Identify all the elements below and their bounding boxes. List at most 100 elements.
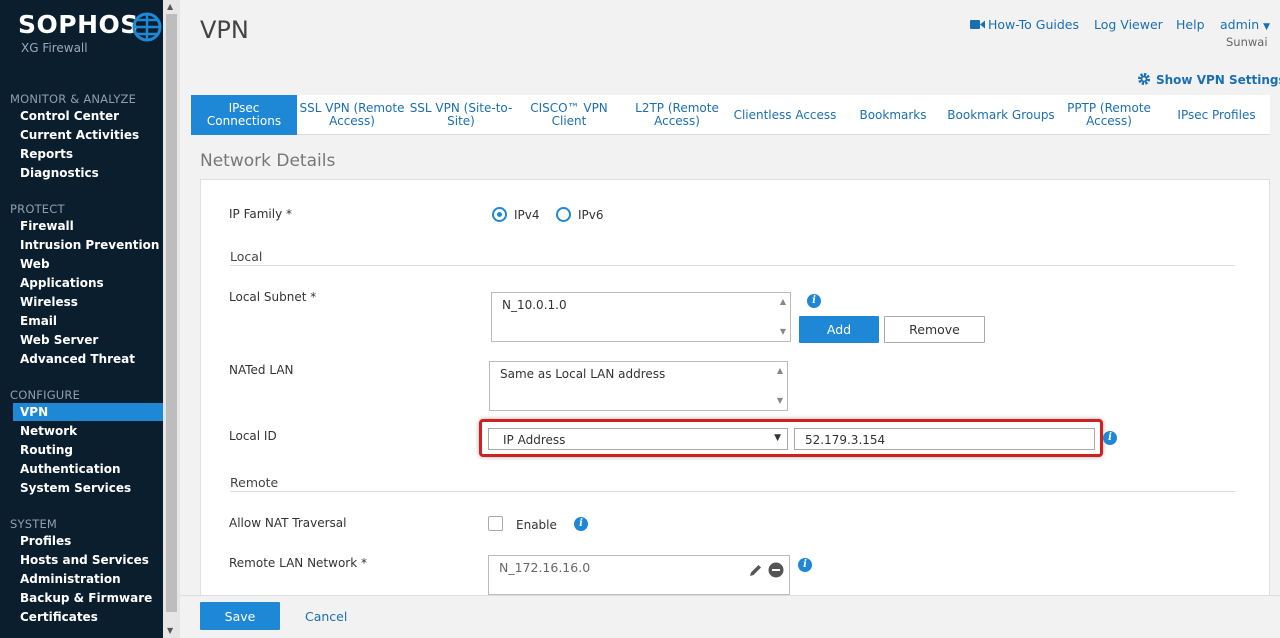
section-title: Network Details bbox=[200, 151, 336, 171]
section-system: SYSTEM bbox=[10, 517, 58, 531]
local-id-info-icon[interactable]: i bbox=[1103, 431, 1117, 445]
sophos-logo[interactable]: SOPHOS XG Firewall bbox=[18, 10, 168, 60]
sidebar-item-firewall[interactable]: Firewall bbox=[20, 219, 74, 233]
section-protect: PROTECT bbox=[10, 202, 65, 216]
page-title: VPN bbox=[200, 16, 249, 44]
local-subnet-info-icon[interactable]: i bbox=[807, 294, 821, 308]
cancel-button[interactable]: Cancel bbox=[305, 609, 347, 624]
sidebar-item-advanced-threat[interactable]: Advanced Threat bbox=[20, 352, 135, 366]
sidebar-item-web[interactable]: Web bbox=[20, 257, 50, 271]
remove-button[interactable]: Remove bbox=[884, 316, 985, 343]
sidebar-item-reports[interactable]: Reports bbox=[20, 147, 73, 161]
help-link[interactable]: Help bbox=[1176, 17, 1205, 32]
pencil-edit-icon[interactable] bbox=[748, 563, 763, 578]
sidebar-item-hosts-and-services[interactable]: Hosts and Services bbox=[20, 553, 149, 567]
sidebar-item-profiles[interactable]: Profiles bbox=[20, 534, 71, 548]
how-to-guides-link[interactable]: How-To Guides bbox=[988, 17, 1079, 32]
show-vpn-settings-label: Show VPN Settings bbox=[1156, 73, 1280, 87]
sidebar-item-current-activities[interactable]: Current Activities bbox=[20, 128, 139, 142]
local-subnet-listbox[interactable]: N_10.0.1.0 ▲ ▼ bbox=[491, 292, 791, 342]
ipv6-label[interactable]: IPv6 bbox=[578, 208, 604, 222]
ip-family-label: IP Family * bbox=[229, 207, 293, 221]
sidebar-item-intrusion-prevention[interactable]: Intrusion Prevention bbox=[20, 238, 159, 252]
organization-name: Sunwai bbox=[1226, 35, 1268, 49]
local-id-type-select[interactable]: IP Address ▼ bbox=[488, 428, 788, 450]
tab-pptp-remote-access[interactable]: PPTP (Remote Access) bbox=[1055, 95, 1163, 135]
tab-bookmarks[interactable]: Bookmarks bbox=[839, 95, 947, 135]
section-monitor-analyze: MONITOR & ANALYZE bbox=[10, 92, 137, 106]
admin-menu[interactable]: admin ▼ bbox=[1220, 17, 1270, 32]
caret-down-icon: ▼ bbox=[1263, 22, 1271, 32]
tab-clientless-access[interactable]: Clientless Access bbox=[731, 95, 839, 135]
ipv4-label[interactable]: IPv4 bbox=[514, 208, 540, 222]
nated-lan-value[interactable]: Same as Local LAN address bbox=[500, 367, 665, 381]
tab-bar: IPsec Connections SSL VPN (Remote Access… bbox=[191, 95, 1270, 135]
show-vpn-settings-link[interactable]: Show VPN Settings bbox=[1137, 72, 1280, 87]
scroll-down-arrow-icon[interactable]: ▼ bbox=[167, 626, 173, 635]
sidebar-item-backup-firmware[interactable]: Backup & Firmware bbox=[20, 591, 152, 605]
sidebar-item-diagnostics[interactable]: Diagnostics bbox=[20, 166, 99, 180]
remote-heading: Remote bbox=[230, 475, 279, 490]
nat-traversal-label: Allow NAT Traversal bbox=[229, 516, 347, 530]
sidebar-item-network[interactable]: Network bbox=[20, 424, 77, 438]
tab-ssl-vpn-remote-access[interactable]: SSL VPN (Remote Access) bbox=[297, 95, 407, 135]
local-id-value: 52.179.3.154 bbox=[805, 433, 886, 447]
add-button[interactable]: Add bbox=[799, 316, 879, 343]
local-divider bbox=[230, 265, 1235, 266]
admin-label: admin bbox=[1220, 17, 1260, 32]
remove-circle-icon[interactable] bbox=[768, 562, 784, 578]
sidebar-item-email[interactable]: Email bbox=[20, 314, 57, 328]
sidebar-item-web-server[interactable]: Web Server bbox=[20, 333, 98, 347]
sidebar-item-certificates[interactable]: Certificates bbox=[20, 610, 98, 624]
log-viewer-link[interactable]: Log Viewer bbox=[1094, 17, 1163, 32]
enable-label[interactable]: Enable bbox=[516, 518, 557, 532]
sidebar-item-authentication[interactable]: Authentication bbox=[20, 462, 121, 476]
tab-l2tp-remote-access[interactable]: L2TP (Remote Access) bbox=[623, 95, 731, 135]
sidebar-item-vpn[interactable]: VPN bbox=[20, 405, 48, 419]
tab-ssl-vpn-site-to-site[interactable]: SSL VPN (Site-to-Site) bbox=[407, 95, 515, 135]
scroll-up-icon[interactable]: ▲ bbox=[777, 366, 783, 375]
dropdown-caret-icon: ▼ bbox=[774, 433, 781, 443]
remote-lan-value: N_172.16.16.0 bbox=[499, 560, 591, 575]
sidebar-scrollbar[interactable]: ▲ ▼ bbox=[163, 0, 180, 638]
scroll-down-icon[interactable]: ▼ bbox=[780, 327, 786, 336]
remote-lan-label: Remote LAN Network * bbox=[229, 556, 367, 570]
brand-name: SOPHOS bbox=[18, 10, 139, 39]
save-button[interactable]: Save bbox=[200, 602, 280, 630]
remote-lan-info-icon[interactable]: i bbox=[798, 558, 812, 572]
tab-bookmark-groups[interactable]: Bookmark Groups bbox=[947, 95, 1055, 135]
ipv4-radio[interactable] bbox=[492, 207, 507, 222]
gear-icon bbox=[1138, 73, 1150, 85]
sidebar-item-wireless[interactable]: Wireless bbox=[20, 295, 78, 309]
scroll-up-arrow-icon[interactable]: ▲ bbox=[167, 2, 173, 11]
nat-traversal-info-icon[interactable]: i bbox=[574, 517, 588, 531]
tab-ipsec-connections[interactable]: IPsec Connections bbox=[191, 95, 297, 135]
local-id-input[interactable]: 52.179.3.154 bbox=[794, 428, 1095, 450]
local-heading: Local bbox=[230, 249, 263, 264]
sidebar-item-system-services[interactable]: System Services bbox=[20, 481, 131, 495]
nated-lan-label: NATed LAN bbox=[229, 363, 294, 377]
content-scrollbar[interactable] bbox=[1270, 140, 1280, 595]
tab-ipsec-profiles[interactable]: IPsec Profiles bbox=[1163, 95, 1270, 135]
sidebar-item-control-center[interactable]: Control Center bbox=[20, 109, 119, 123]
scroll-down-icon[interactable]: ▼ bbox=[777, 396, 783, 405]
remote-divider bbox=[230, 491, 1235, 492]
local-subnet-value[interactable]: N_10.0.1.0 bbox=[502, 298, 567, 312]
globe-icon bbox=[132, 12, 162, 42]
video-camera-icon bbox=[970, 20, 985, 29]
scroll-up-icon[interactable]: ▲ bbox=[780, 297, 786, 306]
remote-lan-network-list[interactable]: N_172.16.16.0 bbox=[488, 555, 790, 595]
section-configure: CONFIGURE bbox=[10, 388, 81, 402]
sidebar-item-applications[interactable]: Applications bbox=[20, 276, 104, 290]
nated-lan-listbox[interactable]: Same as Local LAN address ▲ ▼ bbox=[489, 361, 788, 411]
local-subnet-label: Local Subnet * bbox=[229, 290, 317, 304]
sidebar-scroll-thumb[interactable] bbox=[166, 14, 177, 612]
local-id-label: Local ID bbox=[229, 429, 277, 443]
ipv6-radio[interactable] bbox=[556, 207, 571, 222]
nat-traversal-checkbox[interactable] bbox=[488, 516, 503, 531]
sidebar-item-routing[interactable]: Routing bbox=[20, 443, 73, 457]
sidebar-item-administration[interactable]: Administration bbox=[20, 572, 121, 586]
tab-cisco-vpn-client[interactable]: CISCO™ VPN Client bbox=[515, 95, 623, 135]
sidebar: SOPHOS XG Firewall MONITOR & ANALYZE Con… bbox=[0, 0, 180, 638]
local-id-type-value: IP Address bbox=[503, 433, 566, 447]
